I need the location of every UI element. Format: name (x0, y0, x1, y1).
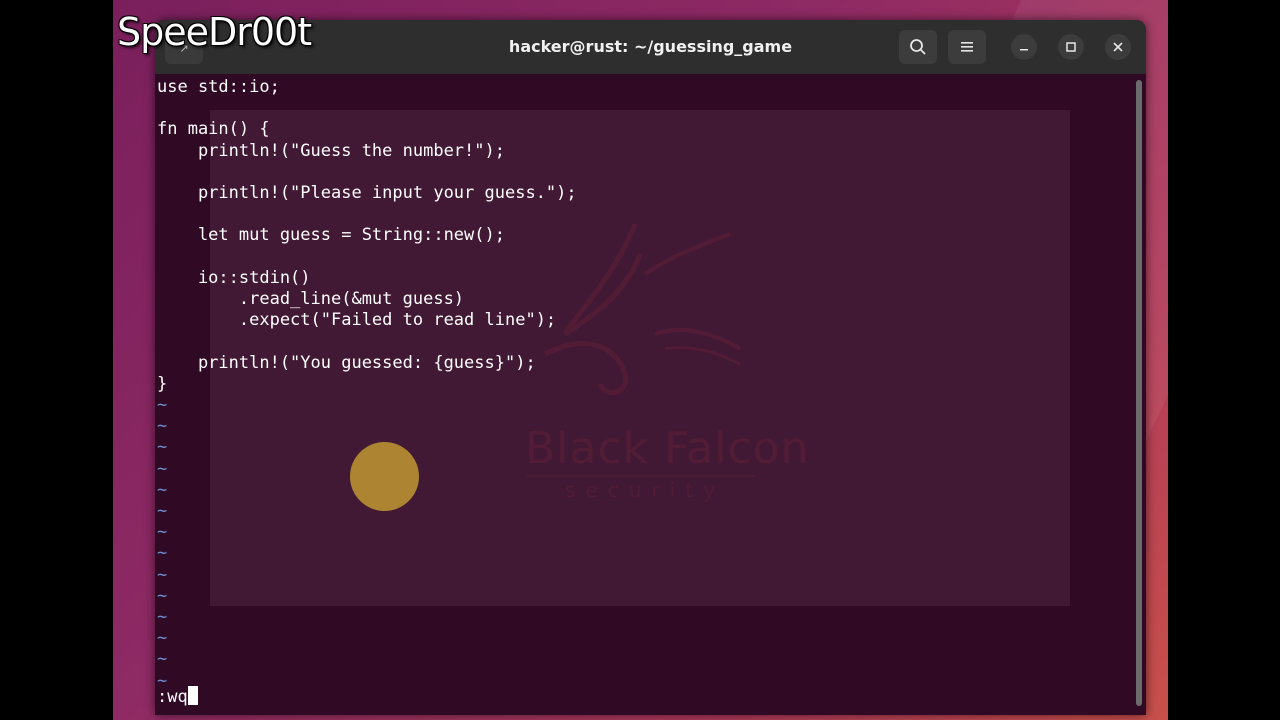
vim-buffer: use std::io; fn main() { println!("Guess… (157, 77, 577, 692)
empty-line-marker: ~ (157, 628, 168, 649)
code-line: .expect("Failed to read line"); (157, 310, 557, 331)
minimize-icon (1020, 49, 1028, 51)
empty-line-marker: ~ (157, 458, 168, 479)
code-line: println!("Guess the number!"); (157, 140, 505, 161)
empty-line-marker: ~ (157, 416, 168, 437)
empty-line-marker: ~ (157, 395, 168, 416)
search-button[interactable] (899, 30, 937, 64)
code-line: io::stdin() (157, 267, 311, 288)
empty-line-marker: ~ (157, 649, 168, 670)
empty-line-marker: ~ (157, 501, 168, 522)
close-icon (1113, 42, 1123, 52)
empty-line-marker: ~ (157, 585, 168, 606)
menu-button[interactable] (948, 30, 986, 64)
empty-line-marker: ~ (157, 543, 168, 564)
channel-watermark: SpeeDr00t (117, 10, 312, 54)
maximize-icon (1066, 42, 1076, 52)
empty-line-marker: ~ (157, 607, 168, 628)
code-line: use std::io; (157, 77, 280, 97)
code-line: let mut guess = String::new(); (157, 225, 505, 246)
command-text: :wq (157, 687, 188, 707)
empty-line-marker: ~ (157, 564, 168, 585)
terminal-window: ↗ hacker@rust: ~/guessing_game Black Fal… (155, 20, 1146, 715)
maximize-button[interactable] (1058, 34, 1084, 60)
empty-line-marker: ~ (157, 437, 168, 458)
scrollbar[interactable] (1136, 80, 1142, 706)
empty-line-marker: ~ (157, 479, 168, 500)
terminal-area[interactable]: Black Falcon security use std::io; fn ma… (155, 74, 1146, 715)
code-line: fn main() { (157, 119, 270, 140)
watermark-logo-subtitle: security (565, 478, 725, 502)
hamburger-menu-icon (961, 42, 973, 52)
code-line: } (157, 373, 168, 394)
code-line: println!("You guessed: {guess}"); (157, 352, 536, 373)
close-button[interactable] (1105, 34, 1131, 60)
vim-command-line[interactable]: :wq (157, 686, 198, 708)
search-icon (910, 39, 926, 55)
minimize-button[interactable] (1011, 34, 1037, 60)
code-line: .read_line(&mut guess) (157, 289, 465, 310)
empty-line-marker: ~ (157, 522, 168, 543)
text-cursor (187, 686, 198, 705)
code-line: println!("Please input your guess."); (157, 183, 577, 204)
